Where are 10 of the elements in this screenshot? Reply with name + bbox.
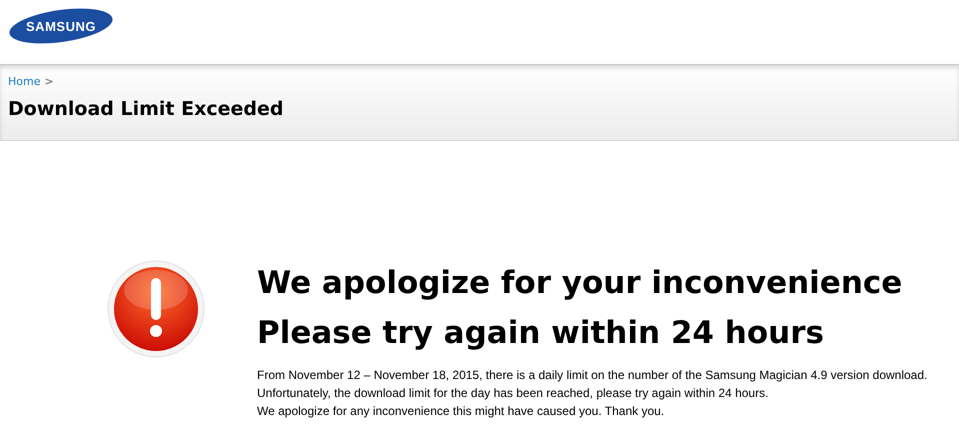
breadcrumb-link[interactable]: Home xyxy=(8,75,40,88)
alert-icon xyxy=(107,260,205,358)
message-line: We apologize for any inconvenience this might have caused you. Thank you. xyxy=(257,403,666,420)
message-heading: Please try again within 24 hours xyxy=(257,314,825,353)
message-heading: We apologize for your inconvenience xyxy=(257,264,904,303)
message-line: Unfortunately, the download limit for the day has been reached, please try again within 24 hours. xyxy=(257,385,770,402)
message-line: From November 12 – November 18, 2015, there is a daily limit on the number of the Samsung Magician 4.9 version download. xyxy=(257,367,928,384)
breadcrumb-separator: > xyxy=(44,75,54,88)
page-title: Download Limit Exceeded xyxy=(8,98,284,120)
logo[interactable]: SAMSUNG xyxy=(8,6,114,46)
